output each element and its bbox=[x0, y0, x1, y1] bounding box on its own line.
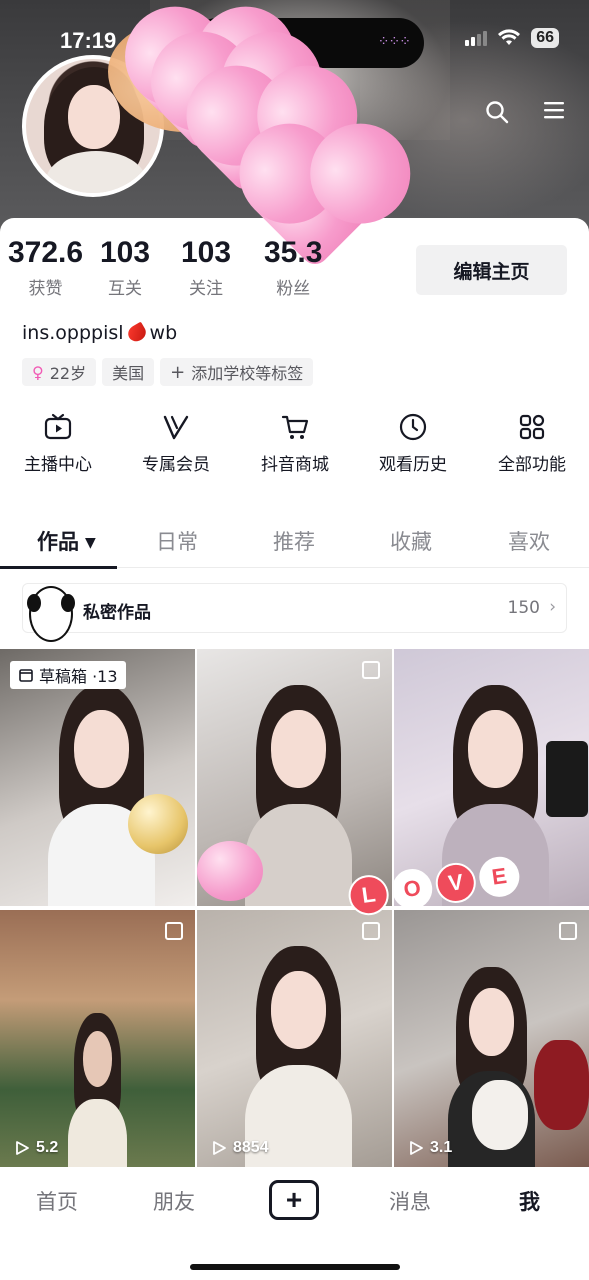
battery-indicator: 66 bbox=[531, 28, 559, 48]
play-count: 3.1 bbox=[408, 1139, 452, 1157]
edit-profile-button[interactable]: 编辑主页 bbox=[416, 245, 567, 295]
menu-icon[interactable] bbox=[543, 100, 565, 120]
multi-image-icon bbox=[362, 922, 380, 940]
multi-image-icon bbox=[165, 922, 183, 940]
apps-grid-icon bbox=[519, 414, 545, 440]
panda-sticker-icon bbox=[27, 586, 75, 642]
wifi-icon bbox=[498, 29, 521, 45]
gold-heart-sticker bbox=[128, 794, 188, 854]
work-thumbnail[interactable]: 草稿箱 ·13 bbox=[0, 649, 195, 906]
plus-icon: + bbox=[285, 1184, 303, 1215]
search-icon[interactable] bbox=[485, 100, 509, 124]
work-thumbnail[interactable] bbox=[197, 649, 392, 906]
stats-row: 372.6 获赞 103 互关 103 关注 35.3 粉丝 bbox=[0, 236, 400, 306]
play-count: 8854 bbox=[211, 1139, 269, 1157]
status-indicators: 66 bbox=[465, 28, 559, 48]
nav-home[interactable]: 首页 bbox=[36, 1186, 78, 1216]
vip-v-icon bbox=[163, 415, 189, 440]
camera-in-photo bbox=[546, 741, 588, 817]
play-icon bbox=[213, 1141, 226, 1155]
bio-text: ins.opppisl bbox=[22, 322, 124, 344]
service-live-center[interactable]: 主播中心 bbox=[8, 412, 108, 475]
decor-bow bbox=[534, 1040, 589, 1130]
services-row: 主播中心 专属会员 抖音商城 观看历史 全部功能 bbox=[0, 412, 589, 482]
chevron-right-icon: › bbox=[549, 597, 556, 617]
female-icon: ♀ bbox=[32, 362, 44, 382]
private-works-row[interactable]: 私密作品 150 › bbox=[22, 583, 567, 642]
love-letter: O bbox=[389, 866, 435, 912]
tab-works[interactable]: 作品 ▼ bbox=[37, 526, 96, 556]
stat-followers[interactable]: 35.3 粉丝 bbox=[264, 236, 322, 299]
play-icon bbox=[410, 1141, 423, 1155]
tab-likes[interactable]: 喜欢 bbox=[508, 526, 550, 556]
nav-messages[interactable]: 消息 bbox=[389, 1186, 431, 1216]
work-thumbnail[interactable]: 5.2 bbox=[0, 910, 195, 1167]
stat-mutual[interactable]: 103 互关 bbox=[100, 236, 150, 299]
age-tag: ♀ 22岁 bbox=[22, 358, 97, 386]
plush-toy bbox=[472, 1080, 528, 1150]
love-letter: L bbox=[346, 872, 392, 918]
work-thumbnail[interactable]: 3.1 bbox=[394, 910, 589, 1167]
works-grid: 草稿箱 ·13 5.2 8854 3.1 bbox=[0, 649, 589, 1167]
drafts-box-icon bbox=[19, 669, 33, 682]
stat-likes[interactable]: 372.6 获赞 bbox=[8, 236, 83, 299]
play-icon bbox=[16, 1141, 29, 1155]
content-tabs: 作品 ▼ 日常 推荐 收藏 喜欢 bbox=[0, 518, 589, 569]
header-actions bbox=[485, 100, 565, 124]
plus-icon: + bbox=[170, 361, 186, 383]
work-thumbnail[interactable]: 8854 bbox=[197, 910, 392, 1167]
chili-emoji-icon bbox=[124, 321, 149, 345]
play-count: 5.2 bbox=[14, 1139, 58, 1157]
caret-down-icon: ▼ bbox=[85, 535, 96, 551]
profile-tags: ♀ 22岁 美国 + 添加学校等标签 bbox=[22, 358, 314, 386]
nav-friends[interactable]: 朋友 bbox=[153, 1186, 195, 1216]
tab-recommend[interactable]: 推荐 bbox=[273, 526, 315, 556]
multi-image-icon bbox=[362, 661, 380, 679]
service-vip[interactable]: 专属会员 bbox=[126, 412, 226, 475]
status-time: 17:19 bbox=[60, 28, 117, 53]
love-letter: E bbox=[476, 854, 522, 900]
bio-suffix: wb bbox=[149, 322, 178, 344]
home-indicator bbox=[190, 1264, 400, 1270]
bio: ins.opppisl wb bbox=[22, 321, 178, 345]
stat-following[interactable]: 103 关注 bbox=[181, 236, 231, 299]
clock-icon bbox=[399, 413, 427, 441]
tab-favorites[interactable]: 收藏 bbox=[390, 526, 432, 556]
create-post-button[interactable]: + bbox=[269, 1180, 319, 1220]
multi-image-icon bbox=[559, 922, 577, 940]
tv-icon bbox=[44, 413, 72, 440]
signal-icon bbox=[465, 30, 488, 46]
pink-heart-sticker bbox=[197, 841, 263, 901]
region-tag: 美国 bbox=[102, 358, 155, 386]
drafts-badge[interactable]: 草稿箱 ·13 bbox=[10, 661, 126, 689]
add-school-tag-button[interactable]: + 添加学校等标签 bbox=[160, 358, 314, 386]
love-letter: V bbox=[433, 860, 479, 906]
bottom-nav: 首页 朋友 + 消息 我 bbox=[0, 1168, 589, 1280]
service-all-features[interactable]: 全部功能 bbox=[482, 412, 582, 475]
tab-daily[interactable]: 日常 bbox=[156, 526, 198, 556]
service-mall[interactable]: 抖音商城 bbox=[245, 412, 345, 475]
nav-me[interactable]: 我 bbox=[519, 1186, 540, 1216]
tab-indicator bbox=[0, 566, 117, 569]
cart-icon bbox=[281, 415, 309, 439]
service-history[interactable]: 观看历史 bbox=[363, 412, 463, 475]
